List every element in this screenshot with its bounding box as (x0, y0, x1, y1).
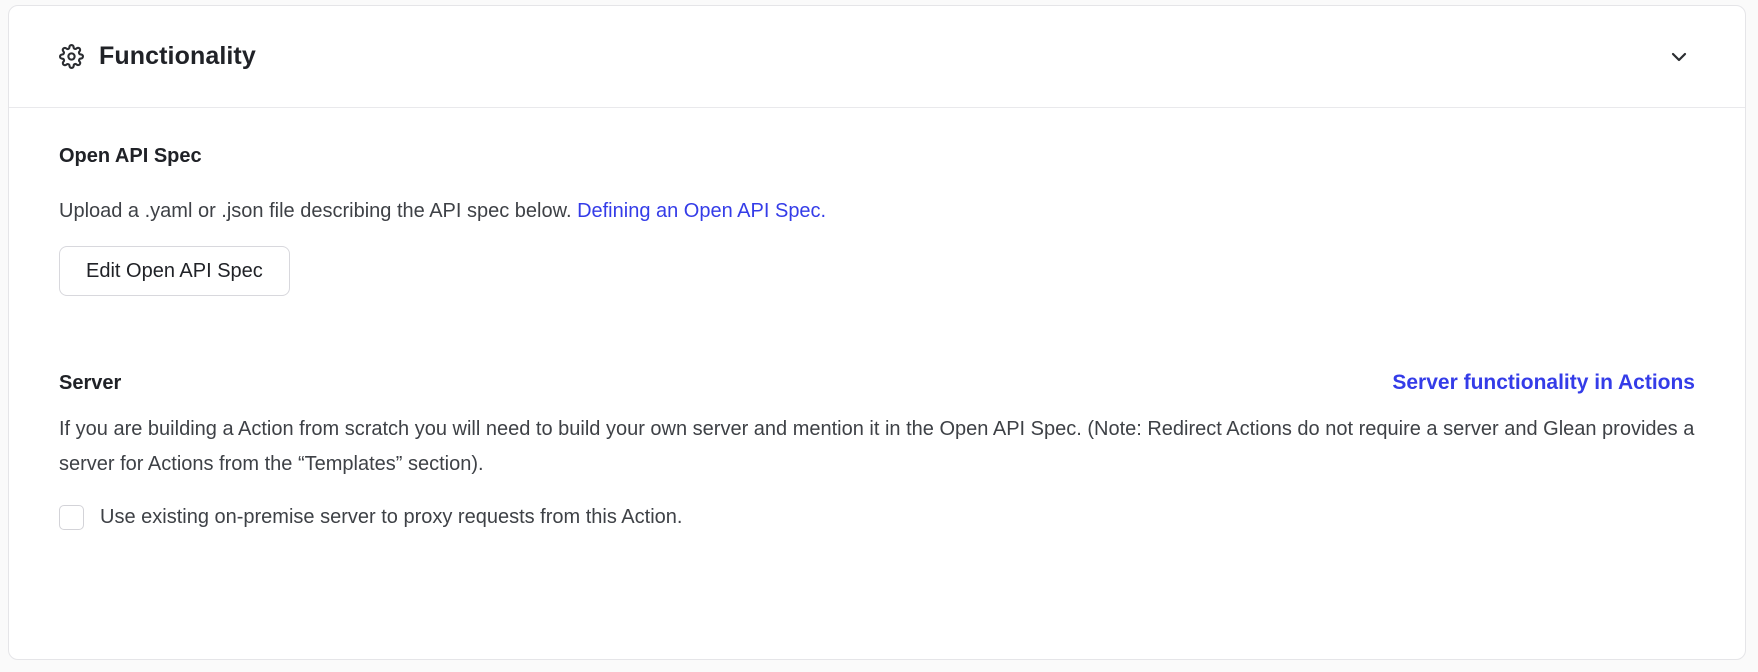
open-api-spec-description: Upload a .yaml or .json file describing … (59, 197, 1695, 225)
server-heading: Server (59, 371, 121, 395)
server-heading-row: Server Server functionality in Actions (59, 371, 1695, 395)
chevron-down-icon[interactable] (1667, 45, 1691, 69)
functionality-card: Functionality Open API Spec Upload a .ya… (8, 5, 1746, 660)
server-description: If you are building a Action from scratc… (59, 412, 1695, 482)
functionality-section-header[interactable]: Functionality (9, 6, 1745, 108)
defining-open-api-spec-link[interactable]: Defining an Open API Spec. (577, 200, 826, 222)
open-api-spec-description-text: Upload a .yaml or .json file describing … (59, 200, 577, 222)
open-api-spec-heading: Open API Spec (59, 144, 1695, 168)
on-premise-checkbox-row: Use existing on-premise server to proxy … (59, 505, 1695, 530)
on-premise-server-checkbox[interactable] (59, 505, 84, 530)
functionality-card-body: Open API Spec Upload a .yaml or .json fi… (9, 144, 1745, 530)
on-premise-checkbox-label: Use existing on-premise server to proxy … (100, 506, 682, 529)
server-functionality-link[interactable]: Server functionality in Actions (1392, 371, 1695, 395)
section-title: Functionality (99, 42, 256, 71)
edit-open-api-spec-button[interactable]: Edit Open API Spec (59, 246, 290, 296)
gear-icon (59, 44, 84, 69)
